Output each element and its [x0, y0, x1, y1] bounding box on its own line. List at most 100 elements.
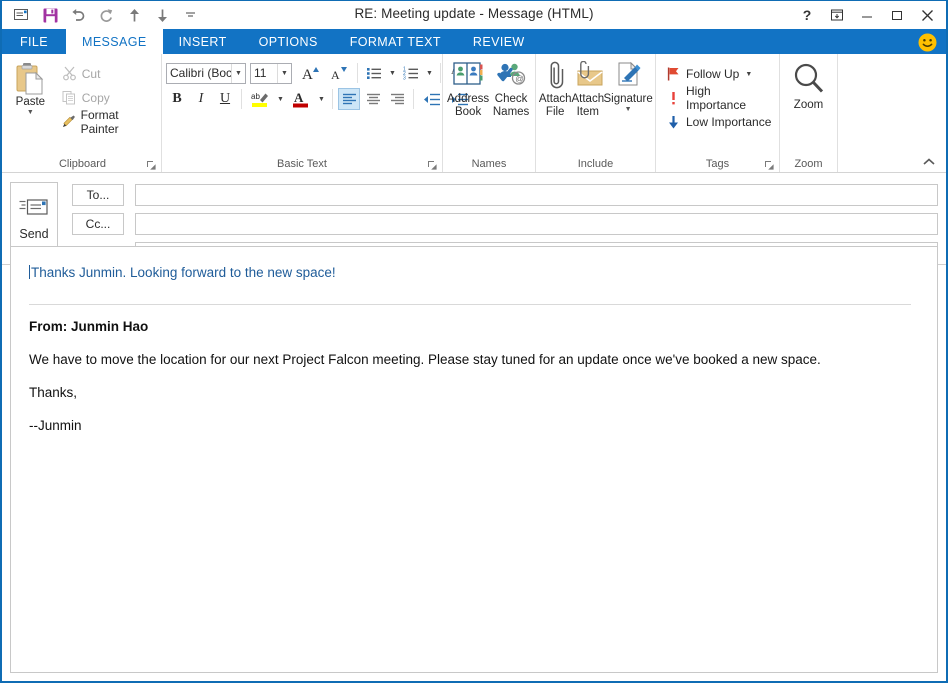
- follow-up-button[interactable]: Follow Up ▼: [664, 63, 775, 85]
- tags-group-label: Tags: [656, 156, 779, 172]
- check-names-button[interactable]: @ Check Names: [491, 59, 531, 119]
- italic-label: I: [199, 91, 204, 107]
- close-button[interactable]: [912, 2, 942, 28]
- font-color-button[interactable]: A: [288, 88, 314, 110]
- tab-format-text[interactable]: FORMAT TEXT: [334, 29, 457, 54]
- format-painter-button[interactable]: Format Painter: [59, 111, 157, 132]
- clipboard-command-list: Cut Copy: [53, 59, 157, 132]
- follow-up-caret-icon[interactable]: ▼: [745, 71, 752, 78]
- paste-label: Paste: [16, 96, 45, 108]
- quoted-closing: Thanks,: [29, 385, 923, 400]
- send-button-label: Send: [19, 227, 48, 241]
- ribbon-display-options-button[interactable]: [822, 2, 852, 28]
- align-right-button[interactable]: [386, 88, 408, 110]
- smiley-face-icon[interactable]: [916, 31, 938, 53]
- font-name-combo[interactable]: Calibri (Boc ▼: [166, 63, 246, 84]
- basic-text-separator-5: [413, 89, 414, 109]
- underline-button[interactable]: U: [214, 88, 236, 110]
- paste-dropdown-caret[interactable]: ▼: [27, 109, 34, 116]
- zoom-button-label: Zoom: [794, 99, 823, 112]
- numbering-caret-icon[interactable]: ▼: [424, 62, 435, 84]
- address-book-button[interactable]: Address Book: [447, 59, 489, 119]
- include-group-label: Include: [536, 156, 655, 172]
- copy-label: Copy: [82, 91, 110, 105]
- basic-text-dialog-launcher[interactable]: [427, 160, 438, 171]
- low-importance-button[interactable]: Low Importance: [664, 111, 775, 133]
- attach-item-label-line2: Item: [577, 106, 599, 118]
- tags-group-label-text: Tags: [706, 158, 729, 170]
- copy-button[interactable]: Copy: [59, 87, 157, 108]
- svg-text:ab: ab: [251, 92, 260, 101]
- basic-text-group-label-text: Basic Text: [277, 158, 327, 170]
- grow-font-button[interactable]: A: [298, 62, 324, 84]
- italic-button[interactable]: I: [190, 88, 212, 110]
- align-left-button[interactable]: [338, 88, 360, 110]
- to-button[interactable]: To...: [72, 184, 124, 206]
- numbering-button[interactable]: 1 2 3: [400, 62, 422, 84]
- title-bar: RE: Meeting update - Message (HTML) ?: [2, 1, 946, 29]
- text-highlight-color-button[interactable]: ab: [247, 88, 273, 110]
- address-book-label-line2: Book: [455, 106, 481, 118]
- cc-button[interactable]: Cc...: [72, 213, 124, 235]
- zoom-group-label-text: Zoom: [794, 158, 822, 170]
- basic-text-row-1: Calibri (Boc ▼ 11 ▼ A: [166, 62, 473, 84]
- quoted-paragraph: We have to move the location for our nex…: [29, 352, 923, 367]
- tab-file[interactable]: FILE: [2, 29, 66, 54]
- signature-button[interactable]: Signature ▼: [604, 59, 652, 114]
- cc-input[interactable]: [135, 213, 938, 235]
- bullets-caret-icon[interactable]: ▼: [387, 62, 398, 84]
- font-size-caret-icon[interactable]: ▼: [277, 64, 291, 83]
- message-compose-window: RE: Meeting update - Message (HTML) ?: [0, 0, 948, 683]
- zoom-button[interactable]: Zoom: [784, 59, 833, 112]
- text-highlight-caret-icon[interactable]: ▼: [275, 88, 286, 110]
- tab-message[interactable]: MESSAGE: [66, 29, 163, 54]
- tab-options[interactable]: OPTIONS: [243, 29, 334, 54]
- high-importance-button[interactable]: High Importance: [664, 87, 775, 109]
- down-arrow-icon: [667, 115, 680, 129]
- low-importance-label: Low Importance: [686, 115, 771, 129]
- align-center-button[interactable]: [362, 88, 384, 110]
- shrink-font-button[interactable]: A: [326, 62, 352, 84]
- bullets-button[interactable]: [363, 62, 385, 84]
- ribbon-tab-strip: FILE MESSAGE INSERT OPTIONS FORMAT TEXT …: [2, 29, 946, 54]
- ribbon-group-names: Address Book @ Check: [443, 54, 536, 172]
- quoted-signature: --Junmin: [29, 418, 923, 433]
- help-button[interactable]: ?: [792, 2, 822, 28]
- names-group-label: Names: [443, 156, 535, 172]
- font-size-combo[interactable]: 11 ▼: [250, 63, 292, 84]
- check-names-label-line2: Names: [493, 106, 529, 118]
- attach-item-button[interactable]: Attach Item: [572, 59, 605, 119]
- font-color-caret-icon[interactable]: ▼: [316, 88, 327, 110]
- ribbon: Paste ▼ Cut: [2, 54, 946, 173]
- svg-text:3: 3: [403, 75, 406, 81]
- signature-caret-icon[interactable]: ▼: [625, 106, 632, 114]
- tab-insert[interactable]: INSERT: [163, 29, 243, 54]
- to-field-row: To...: [72, 184, 938, 206]
- attach-file-button[interactable]: Attach File: [539, 59, 572, 119]
- minimize-button[interactable]: [852, 2, 882, 28]
- cc-field-row: Cc...: [72, 213, 938, 235]
- signature-label: Signature: [604, 93, 653, 106]
- tab-review[interactable]: REVIEW: [457, 29, 541, 54]
- decrease-indent-button[interactable]: [419, 88, 445, 110]
- reply-text: Thanks Junmin. Looking forward to the ne…: [31, 265, 336, 280]
- to-input[interactable]: [135, 184, 938, 206]
- font-name-caret-icon[interactable]: ▼: [231, 64, 245, 83]
- maximize-button[interactable]: [882, 2, 912, 28]
- address-book-label: Address Book: [447, 93, 489, 119]
- tab-list: FILE MESSAGE INSERT OPTIONS FORMAT TEXT …: [2, 29, 541, 54]
- tags-command-list: Follow Up ▼ High Importance: [660, 59, 775, 133]
- paste-button[interactable]: Paste ▼: [8, 59, 53, 116]
- send-button[interactable]: Send: [10, 182, 58, 256]
- bold-button[interactable]: B: [166, 88, 188, 110]
- svg-text:@: @: [515, 73, 524, 83]
- clipboard-dialog-launcher[interactable]: [146, 160, 157, 171]
- attach-item-label-line1: Attach: [572, 93, 605, 105]
- check-names-label: Check Names: [493, 93, 529, 119]
- tags-dialog-launcher[interactable]: [764, 160, 775, 171]
- cut-button[interactable]: Cut: [59, 63, 157, 84]
- bold-label: B: [172, 91, 181, 107]
- basic-text-row-2: B I U ab: [166, 88, 473, 110]
- collapse-ribbon-icon[interactable]: [920, 154, 938, 170]
- message-body-editor[interactable]: Thanks Junmin. Looking forward to the ne…: [10, 246, 938, 673]
